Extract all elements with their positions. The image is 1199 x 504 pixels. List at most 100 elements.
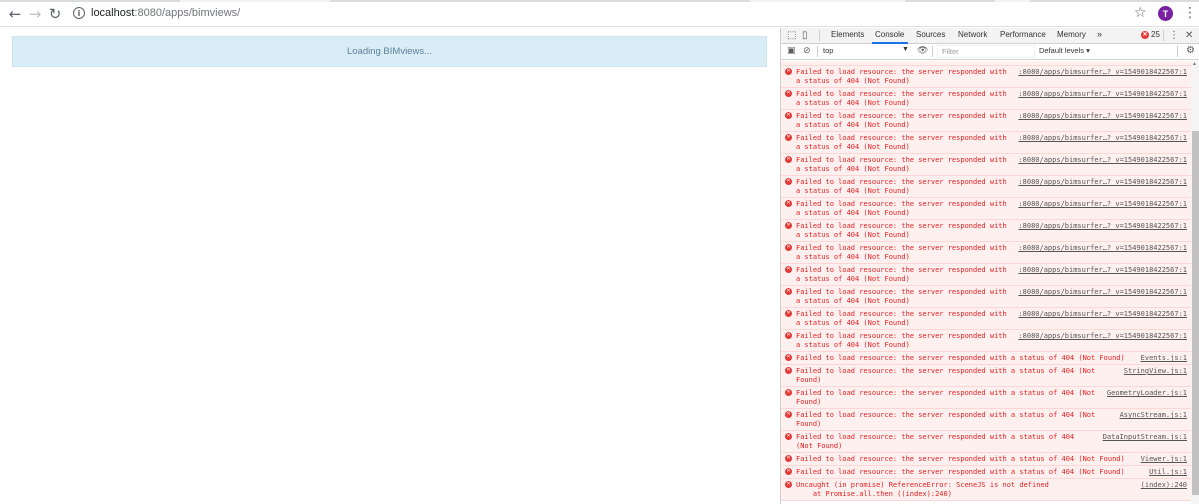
message-source-link[interactable]: :8080/apps/bimsurfer…? v=1549018422567:1 [1018, 244, 1187, 253]
message-text-continued: a status of 404 (Not Found) [796, 165, 910, 173]
url-path: :8080/apps/bimviews/ [134, 7, 241, 19]
message-source-link[interactable]: :8080/apps/bimsurfer…? v=1549018422567:1 [1018, 156, 1187, 165]
console-message: ✕ Failed to load resource: the server res… [781, 264, 1191, 286]
console-message: ✕ Failed to load resource: the server res… [781, 198, 1191, 220]
more-tabs-icon[interactable]: » [1097, 29, 1102, 39]
message-text: Failed to load resource: the server resp… [796, 200, 1007, 208]
message-source-link[interactable]: (index):240 [1141, 481, 1187, 490]
message-source-link[interactable]: Util.js:1 [1149, 468, 1187, 477]
device-toolbar-icon[interactable]: ▯ [802, 30, 808, 41]
message-text: Failed to load resource: the server resp… [796, 354, 1125, 362]
divider [819, 30, 820, 41]
tab-performance[interactable]: Performance [1000, 30, 1046, 39]
tab-sources[interactable]: Sources [916, 30, 945, 39]
message-source-link[interactable]: AsyncStream.js:1 [1120, 411, 1187, 420]
inspect-element-icon[interactable]: ⬚ [787, 30, 796, 41]
console-messages: ✕ Failed to load resource: the server res… [781, 61, 1191, 504]
scroll-up-icon[interactable]: ▲ [1192, 61, 1197, 67]
sidebar-toggle-icon[interactable]: ▣ [787, 46, 796, 56]
error-counter[interactable]: ✕ 25 [1141, 30, 1160, 39]
message-text: Failed to load resource: the server resp… [796, 389, 1096, 397]
message-source-link[interactable]: DataInputStream.js:1 [1103, 433, 1187, 442]
message-text-continued: a status of 404 (Not Found) [796, 209, 910, 217]
message-text-continued: a status of 404 (Not Found) [796, 275, 910, 283]
error-icon: ✕ [785, 156, 792, 163]
message-source-link[interactable]: StringView.js:1 [1124, 367, 1187, 376]
error-icon: ✕ [785, 266, 792, 273]
error-icon: ✕ [785, 90, 792, 97]
message-source-link[interactable]: :8080/apps/bimsurfer…? v=1549018422567:1 [1018, 112, 1187, 121]
loading-alert: Loading BIMviews... [12, 36, 767, 67]
error-icon: ✕ [785, 455, 792, 462]
message-source-link[interactable]: :8080/apps/bimsurfer…? v=1549018422567:1 [1018, 178, 1187, 187]
message-text-continued: a status of 404 (Not Found) [796, 99, 910, 107]
message-text: Failed to load resource: the server resp… [796, 455, 1125, 463]
context-select[interactable]: top [823, 46, 911, 57]
message-text-continued: at Promise.all.then ((index):240) [796, 490, 952, 498]
console-message: ✕ Failed to load resource: the server res… [781, 466, 1191, 479]
scroll-thumb[interactable] [1192, 131, 1199, 495]
message-text: Uncaught (in promise) ReferenceError: Sc… [796, 481, 1049, 489]
message-text: Failed to load resource: the server resp… [796, 411, 1096, 419]
close-devtools-icon[interactable]: ✕ [1185, 30, 1193, 41]
message-text: Failed to load resource: the server resp… [796, 433, 1075, 441]
loading-text: Loading BIMviews... [346, 46, 432, 57]
console-message: ✕ Failed to load resource: the server res… [781, 66, 1191, 88]
message-text-continued: a status of 404 (Not Found) [796, 231, 910, 239]
bookmark-star-icon[interactable]: ☆ [1134, 5, 1147, 21]
profile-avatar[interactable]: T [1158, 6, 1173, 21]
tab-network[interactable]: Network [958, 30, 987, 39]
tab-memory[interactable]: Memory [1057, 30, 1086, 39]
browser-toolbar: ← → ↻ i localhost:8080/apps/bimviews/ ☆ … [0, 0, 1199, 27]
message-source-link[interactable]: :8080/apps/bimsurfer…? v=1549018422567:1 [1018, 90, 1187, 99]
message-source-link[interactable]: :8080/apps/bimsurfer…? v=1549018422567:1 [1018, 68, 1187, 77]
message-source-link[interactable]: :8080/apps/bimsurfer…? v=1549018422567:1 [1018, 288, 1187, 297]
message-source-link[interactable]: :8080/apps/bimsurfer…? v=1549018422567:1 [1018, 332, 1187, 341]
message-text-continued: a status of 404 (Not Found) [796, 77, 910, 85]
message-text-continued: a status of 404 (Not Found) [796, 319, 910, 327]
eye-icon[interactable]: 👁 [917, 46, 928, 56]
console-message: ✕ Failed to load resource: the server res… [781, 176, 1191, 198]
browser-menu-icon[interactable]: ⋮ [1183, 5, 1197, 21]
error-icon: ✕ [785, 178, 792, 185]
forward-icon[interactable]: → [26, 5, 44, 23]
tab-elements[interactable]: Elements [831, 30, 864, 39]
message-text: Failed to load resource: the server resp… [796, 244, 1007, 252]
message-source-link[interactable]: :8080/apps/bimsurfer…? v=1549018422567:1 [1018, 266, 1187, 275]
console-scrollbar[interactable]: ▲ [1191, 61, 1199, 504]
message-text: Failed to load resource: the server resp… [796, 222, 1007, 230]
log-levels-dropdown[interactable]: Default levels ▾ [1039, 46, 1090, 55]
address-bar[interactable]: localhost:8080/apps/bimviews/ [91, 7, 240, 19]
settings-gear-icon[interactable]: ⚙ [1186, 45, 1195, 56]
tab-console[interactable]: Console [875, 30, 904, 39]
message-text: Failed to load resource: the server resp… [796, 332, 1007, 340]
message-text: Failed to load resource: the server resp… [796, 288, 1007, 296]
console-message: ✕ Failed to load resource: the server res… [781, 330, 1191, 352]
message-source-link[interactable]: Events.js:1 [1141, 354, 1187, 363]
message-source-link[interactable]: :8080/apps/bimsurfer…? v=1549018422567:1 [1018, 310, 1187, 319]
message-source-link[interactable]: GeometryLoader.js:1 [1107, 389, 1187, 398]
message-text-continued: a status of 404 (Not Found) [796, 341, 910, 349]
console-message: ✕ Failed to load resource: the server res… [781, 387, 1191, 409]
message-text: Failed to load resource: the server resp… [796, 266, 1007, 274]
devtools-menu-icon[interactable]: ⋮ [1169, 30, 1179, 41]
reload-icon[interactable]: ↻ [46, 5, 64, 23]
message-source-link[interactable]: :8080/apps/bimsurfer…? v=1549018422567:1 [1018, 134, 1187, 143]
message-source-link[interactable]: Viewer.js:1 [1141, 455, 1187, 464]
divider [817, 46, 818, 57]
error-icon: ✕ [785, 354, 792, 361]
filter-input[interactable]: Filter [937, 45, 1035, 58]
message-text: Failed to load resource: the server resp… [796, 310, 1007, 318]
clear-console-icon[interactable]: ⊘ [803, 46, 811, 56]
error-icon: ✕ [785, 200, 792, 207]
error-icon: ✕ [785, 433, 792, 440]
back-icon[interactable]: ← [6, 5, 24, 23]
message-source-link[interactable]: :8080/apps/bimsurfer…? v=1549018422567:1 [1018, 222, 1187, 231]
site-info-icon[interactable]: i [73, 7, 85, 19]
error-icon: ✕ [785, 468, 792, 475]
message-source-link[interactable]: :8080/apps/bimsurfer…? v=1549018422567:1 [1018, 200, 1187, 209]
message-text-continued: (Not Found) [796, 442, 843, 450]
console-message: ✕ Failed to load resource: the server res… [781, 365, 1191, 387]
console-message: ✕ Failed to load resource: the server res… [781, 88, 1191, 110]
console-message: ✕ Failed to load resource: the server res… [781, 220, 1191, 242]
